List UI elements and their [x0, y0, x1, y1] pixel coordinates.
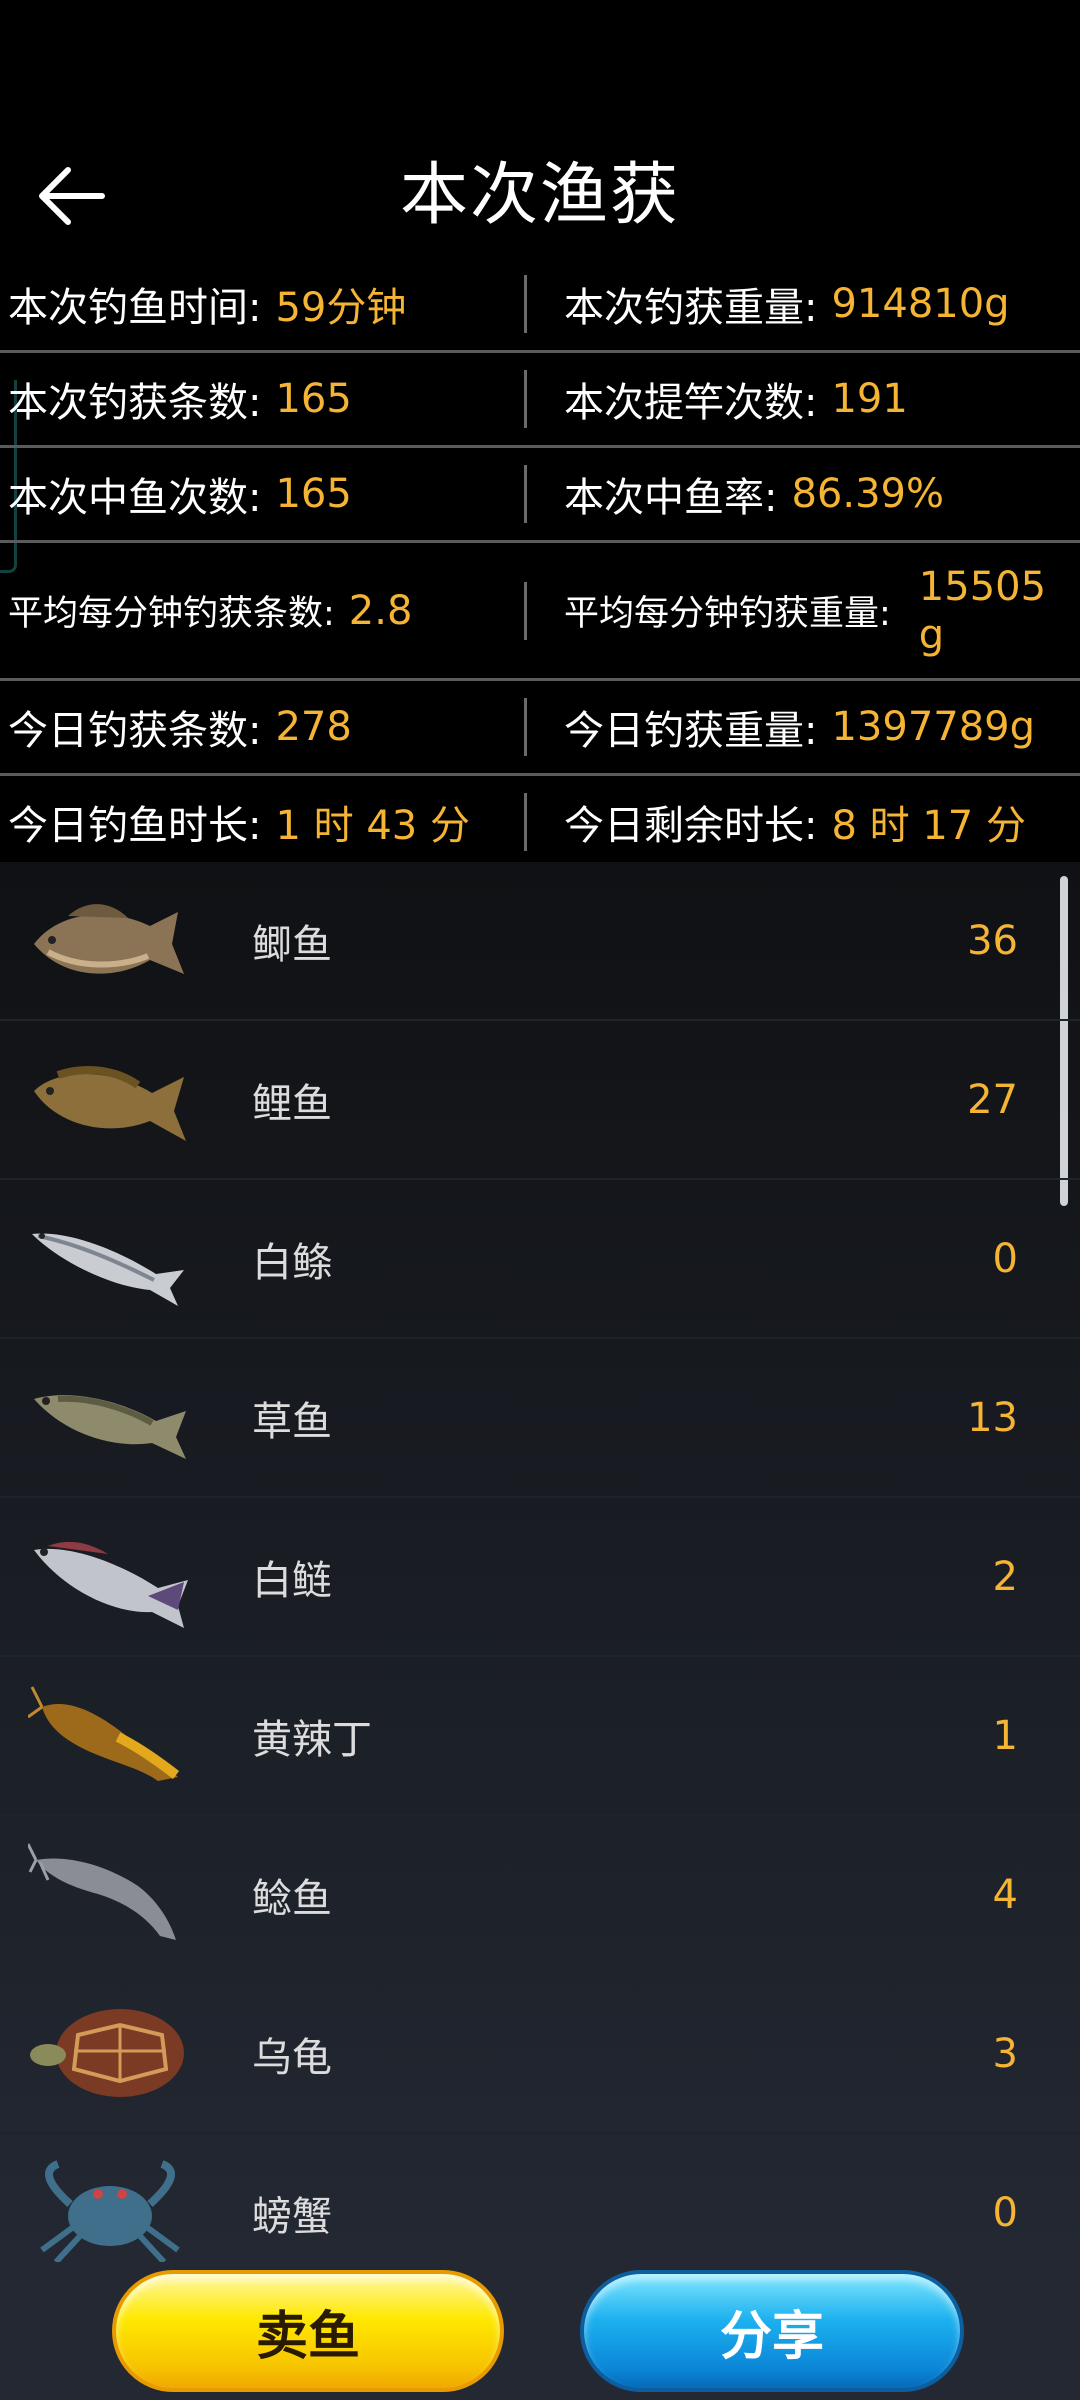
bottom-action-bar: 卖鱼 分享: [0, 2262, 1080, 2400]
stat-today-duration: 今日钓鱼时长: 1 时 43 分: [0, 776, 540, 868]
header: 本次渔获: [0, 120, 1080, 260]
list-item[interactable]: 鲫鱼 36: [0, 862, 1080, 1021]
grass-carp-icon: [34, 1395, 186, 1459]
list-item[interactable]: 乌龟 3: [0, 1975, 1080, 2134]
fish-name: 白鲦: [252, 1239, 332, 1286]
crab-icon: [40, 2160, 180, 2262]
stat-label: 本次钓获重量:: [564, 285, 818, 331]
stat-value: 191: [831, 376, 908, 422]
stat-session-weight: 本次钓获重量: 914810g: [540, 258, 1080, 350]
stat-label: 今日钓获条数:: [8, 708, 262, 754]
stat-label: 本次钓获条数:: [8, 380, 262, 426]
stat-label: 本次钓鱼时间:: [8, 285, 262, 331]
stat-value: 2.8: [348, 587, 413, 634]
stat-value: 914810g: [831, 281, 1010, 327]
stat-value: 278: [275, 704, 352, 750]
fish-count: 1: [992, 1712, 1018, 1759]
stat-row: 本次钓获条数: 165 本次提竿次数: 191: [0, 353, 1080, 448]
catch-list[interactable]: 鲫鱼 36 鲤鱼 27 白鲦 0 草鱼 13 白鲢 2 黄辣丁 1 鲶鱼 4 乌…: [0, 862, 1080, 2262]
turtle-icon: [30, 2009, 184, 2097]
stat-value: 86.39%: [791, 471, 945, 517]
list-item[interactable]: 草鱼 13: [0, 1339, 1080, 1498]
stat-label: 本次中鱼率:: [564, 475, 778, 521]
catfish-icon: [28, 1843, 176, 1940]
white-minnow-icon: [32, 1233, 184, 1306]
stat-session-count: 本次钓获条数: 165: [0, 353, 540, 445]
list-item[interactable]: 螃蟹 0: [0, 2134, 1080, 2262]
fish-name: 鲶鱼: [252, 1875, 332, 1922]
fish-count: 4: [992, 1871, 1018, 1918]
stat-row: 本次中鱼次数: 165 本次中鱼率: 86.39%: [0, 448, 1080, 543]
stat-hooked-count: 本次中鱼次数: 165: [0, 448, 540, 540]
fish-count: 27: [967, 1076, 1018, 1123]
stat-divider: [524, 370, 527, 428]
stat-today-weight: 今日钓获重量: 1397789g: [540, 681, 1080, 773]
stat-avg-weight-per-minute: 平均每分钟钓获重量: 15505g: [540, 543, 1080, 678]
fish-count: 0: [992, 1235, 1018, 1282]
stat-session-time: 本次钓鱼时间: 59分钟: [0, 258, 540, 350]
fish-count: 36: [967, 917, 1018, 964]
stat-value: 15505g: [918, 563, 1047, 658]
list-item[interactable]: 白鲢 2: [0, 1498, 1080, 1657]
stat-divider: [524, 581, 527, 640]
crucian-carp-icon: [34, 904, 184, 974]
stat-divider: [524, 793, 527, 851]
fish-count: 2: [992, 1553, 1018, 1600]
silver-carp-icon: [34, 1541, 188, 1628]
stat-value: 1 时 43 分: [275, 803, 470, 849]
fish-count: 13: [967, 1394, 1018, 1441]
stat-divider: [524, 275, 527, 333]
fish-name: 黄辣丁: [252, 1716, 372, 1763]
stat-label: 今日剩余时长:: [564, 803, 818, 849]
fish-name: 鲫鱼: [252, 921, 332, 968]
stat-today-remaining: 今日剩余时长: 8 时 17 分: [540, 776, 1080, 868]
list-item[interactable]: 鲶鱼 4: [0, 1816, 1080, 1975]
stat-value: 8 时 17 分: [831, 803, 1026, 849]
stat-label: 平均每分钟钓获条数:: [8, 594, 335, 634]
page-title: 本次渔获: [399, 156, 680, 235]
yellow-catfish-icon: [28, 1686, 180, 1781]
stat-avg-count-per-minute: 平均每分钟钓获条数: 2.8: [0, 543, 540, 678]
sell-fish-button[interactable]: 卖鱼: [112, 2270, 504, 2392]
stats-table: 本次钓鱼时间: 59分钟 本次钓获重量: 914810g 本次钓获条数: 165…: [0, 258, 1080, 871]
fish-name: 白鲢: [252, 1557, 332, 1604]
stat-row: 本次钓鱼时间: 59分钟 本次钓获重量: 914810g: [0, 258, 1080, 353]
list-item[interactable]: 黄辣丁 1: [0, 1657, 1080, 1816]
fish-count: 3: [992, 2030, 1018, 2077]
stat-divider: [524, 465, 527, 523]
stat-today-count: 今日钓获条数: 278: [0, 681, 540, 773]
stat-label: 平均每分钟钓获重量:: [564, 594, 891, 634]
stat-label: 本次提竿次数:: [564, 380, 818, 426]
catch-summary-screen: 本次渔获 本次钓鱼时间: 59分钟 本次钓获重量: 914810g 本次钓获条数…: [0, 0, 1080, 2400]
stat-value: 1397789g: [831, 704, 1036, 750]
stat-value: 165: [275, 471, 352, 517]
fish-count: 0: [992, 2189, 1018, 2236]
list-item[interactable]: 白鲦 0: [0, 1180, 1080, 1339]
stat-label: 今日钓获重量:: [564, 708, 818, 754]
stat-row: 平均每分钟钓获条数: 2.8 平均每分钟钓获重量: 15505g: [0, 543, 1080, 681]
stat-value: 165: [275, 376, 352, 422]
stat-rod-lifts: 本次提竿次数: 191: [540, 353, 1080, 445]
list-item[interactable]: 鲤鱼 27: [0, 1021, 1080, 1180]
fish-name: 螃蟹: [252, 2193, 332, 2240]
stat-divider: [524, 698, 527, 756]
fish-name: 鲤鱼: [252, 1080, 332, 1127]
stat-hook-rate: 本次中鱼率: 86.39%: [540, 448, 1080, 540]
fish-name: 乌龟: [252, 2034, 332, 2081]
stat-row: 今日钓获条数: 278 今日钓获重量: 1397789g: [0, 681, 1080, 776]
stat-row: 今日钓鱼时长: 1 时 43 分 今日剩余时长: 8 时 17 分: [0, 776, 1080, 871]
stat-value: 59分钟: [275, 285, 407, 331]
carp-icon: [34, 1066, 186, 1141]
share-button[interactable]: 分享: [580, 2270, 964, 2392]
stat-label: 本次中鱼次数:: [8, 475, 262, 521]
stat-label: 今日钓鱼时长:: [8, 803, 262, 849]
fish-name: 草鱼: [252, 1398, 332, 1445]
